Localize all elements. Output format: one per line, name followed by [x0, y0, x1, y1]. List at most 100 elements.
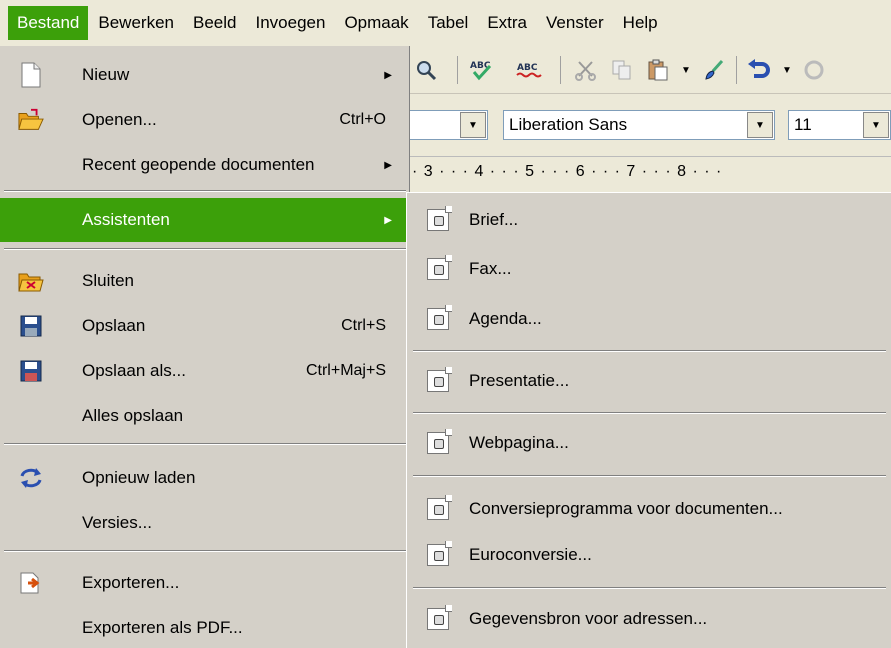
svg-text:ABC: ABC: [517, 63, 538, 73]
menu-item-gegevensbron[interactable]: Gegevensbron voor adressen...: [407, 597, 891, 641]
menu-item-label: Sluiten: [82, 271, 134, 290]
menu-bewerken-label: Bewerken: [98, 13, 174, 32]
menu-item-exporteren-als-pdf[interactable]: Exporteren als PDF...: [0, 606, 408, 648]
menu-item-shortcut: Ctrl+Maj+S: [305, 362, 386, 379]
format-paintbrush-icon[interactable]: [700, 56, 728, 84]
font-name-combo[interactable]: Liberation Sans ▼: [503, 110, 775, 140]
menu-beeld[interactable]: Beeld: [184, 6, 245, 40]
wizard-icon: [427, 541, 452, 566]
chevron-down-icon[interactable]: ▼: [460, 112, 486, 138]
menu-item-label: Gegevensbron voor adressen...: [469, 609, 708, 628]
menu-item-label: Nieuw: [82, 65, 130, 84]
redo-icon[interactable]: [800, 56, 828, 84]
menu-item-label: Agenda...: [469, 309, 542, 328]
menu-item-openen[interactable]: Openen... Ctrl+O: [0, 98, 408, 142]
toolbar-separator: [457, 56, 458, 84]
menu-tabel[interactable]: Tabel: [419, 6, 478, 40]
menu-item-label: Recent geopende documenten: [82, 155, 315, 174]
save-icon: [18, 313, 44, 339]
toolbar-separator: [736, 56, 737, 84]
menu-item-label: Webpagina...: [469, 433, 569, 452]
menu-tabel-label: Tabel: [427, 13, 469, 32]
menu-bestand[interactable]: Bestand: [8, 6, 89, 40]
paste-dropdown-icon[interactable]: ▼: [672, 56, 700, 84]
menu-item-conversieprogramma[interactable]: Conversieprogramma voor documenten...: [407, 487, 891, 531]
menu-bestand-label: Bestand: [17, 13, 80, 32]
menu-item-label: Conversieprogramma voor documenten...: [469, 499, 783, 518]
export-icon: [18, 570, 44, 596]
menu-separator: [4, 248, 406, 250]
menu-item-euroconversie[interactable]: Euroconversie...: [407, 533, 891, 577]
spellcheck-icon[interactable]: ABC: [468, 56, 496, 84]
chevron-down-icon[interactable]: ▼: [747, 112, 773, 138]
menu-item-recent-documents[interactable]: Recent geopende documenten ▶: [0, 143, 408, 187]
menu-item-versies[interactable]: Versies...: [0, 501, 408, 545]
menu-item-label: Opslaan als...: [82, 361, 186, 380]
menu-item-sluiten[interactable]: Sluiten: [0, 259, 408, 303]
menu-opmaak[interactable]: Opmaak: [335, 6, 417, 40]
submenu-arrow-icon: ▶: [384, 69, 392, 81]
wizard-icon: [427, 429, 452, 454]
wizard-icon: [427, 495, 452, 520]
menu-item-opslaan-als[interactable]: Opslaan als... Ctrl+Maj+S: [0, 349, 408, 393]
cut-icon[interactable]: [572, 56, 600, 84]
menu-item-exporteren[interactable]: Exporteren...: [0, 561, 408, 605]
undo-dropdown-icon[interactable]: ▼: [773, 56, 801, 84]
menu-item-label: Brief...: [469, 210, 519, 229]
menu-extra-label: Extra: [487, 13, 528, 32]
menu-item-label: Exporteren...: [82, 573, 180, 592]
menu-separator: [4, 190, 406, 192]
menu-separator: [413, 350, 886, 352]
menu-item-alles-opslaan[interactable]: Alles opslaan: [0, 394, 408, 438]
menu-item-label: Exporteren als PDF...: [82, 618, 243, 637]
submenu-arrow-icon: ▶: [384, 159, 392, 171]
menu-invoegen-label: Invoegen: [255, 13, 326, 32]
menu-help[interactable]: Help: [614, 6, 667, 40]
menu-item-label: Fax...: [469, 259, 512, 278]
menu-item-presentatie[interactable]: Presentatie...: [407, 359, 891, 403]
style-combo[interactable]: ▼: [406, 110, 488, 140]
menu-venster-label: Venster: [546, 13, 604, 32]
wizard-icon: [427, 206, 452, 231]
wizards-submenu: Brief... Fax... Agenda... Presentatie...…: [406, 192, 891, 648]
wizard-icon: [427, 305, 452, 330]
menu-item-label: Assistenten: [82, 210, 170, 229]
menu-venster[interactable]: Venster: [537, 6, 613, 40]
menu-item-fax[interactable]: Fax...: [407, 247, 891, 291]
menu-item-label: Presentatie...: [469, 371, 570, 390]
menu-separator: [413, 412, 886, 414]
menu-item-shortcut: Ctrl+S: [341, 317, 386, 334]
wizard-icon: [427, 367, 452, 392]
new-document-icon: [18, 62, 44, 88]
font-size-combo[interactable]: 11 ▼: [788, 110, 891, 140]
menu-item-opslaan[interactable]: Opslaan Ctrl+S: [0, 304, 408, 348]
wizard-icon: [427, 255, 452, 280]
menu-separator: [4, 443, 406, 445]
menu-item-agenda[interactable]: Agenda...: [407, 297, 891, 341]
ruler-ticks: · 3 · · · 4 · · · 5 · · · 6 · · · 7 · · …: [412, 163, 723, 180]
reload-icon: [18, 465, 44, 491]
submenu-arrow-icon: ▶: [384, 214, 392, 226]
autospellcheck-icon[interactable]: ABC: [515, 56, 543, 84]
menu-extra[interactable]: Extra: [478, 6, 536, 40]
menu-item-webpagina[interactable]: Webpagina...: [407, 421, 891, 465]
menu-item-nieuw[interactable]: Nieuw ▶: [0, 53, 408, 97]
menubar: Bestand Bewerken Beeld Invoegen Opmaak T…: [0, 0, 891, 46]
menu-bewerken[interactable]: Bewerken: [89, 6, 183, 40]
menu-beeld-label: Beeld: [193, 13, 237, 32]
font-size-value: 11: [794, 115, 812, 134]
menu-item-label: Euroconversie...: [469, 545, 592, 564]
menu-item-assistenten[interactable]: Assistenten ▶: [0, 198, 408, 242]
menu-separator: [413, 475, 886, 477]
paste-icon[interactable]: [644, 56, 672, 84]
menu-separator: [413, 587, 886, 589]
menu-invoegen[interactable]: Invoegen: [246, 6, 334, 40]
copy-icon[interactable]: [608, 56, 636, 84]
undo-icon[interactable]: [745, 56, 773, 84]
menu-item-label: Opslaan: [82, 316, 146, 335]
menu-item-brief[interactable]: Brief...: [407, 198, 891, 242]
page-preview-icon[interactable]: [412, 56, 440, 84]
menu-item-opnieuw-laden[interactable]: Opnieuw laden: [0, 456, 408, 500]
chevron-down-icon[interactable]: ▼: [863, 112, 889, 138]
menu-separator: [4, 550, 406, 552]
